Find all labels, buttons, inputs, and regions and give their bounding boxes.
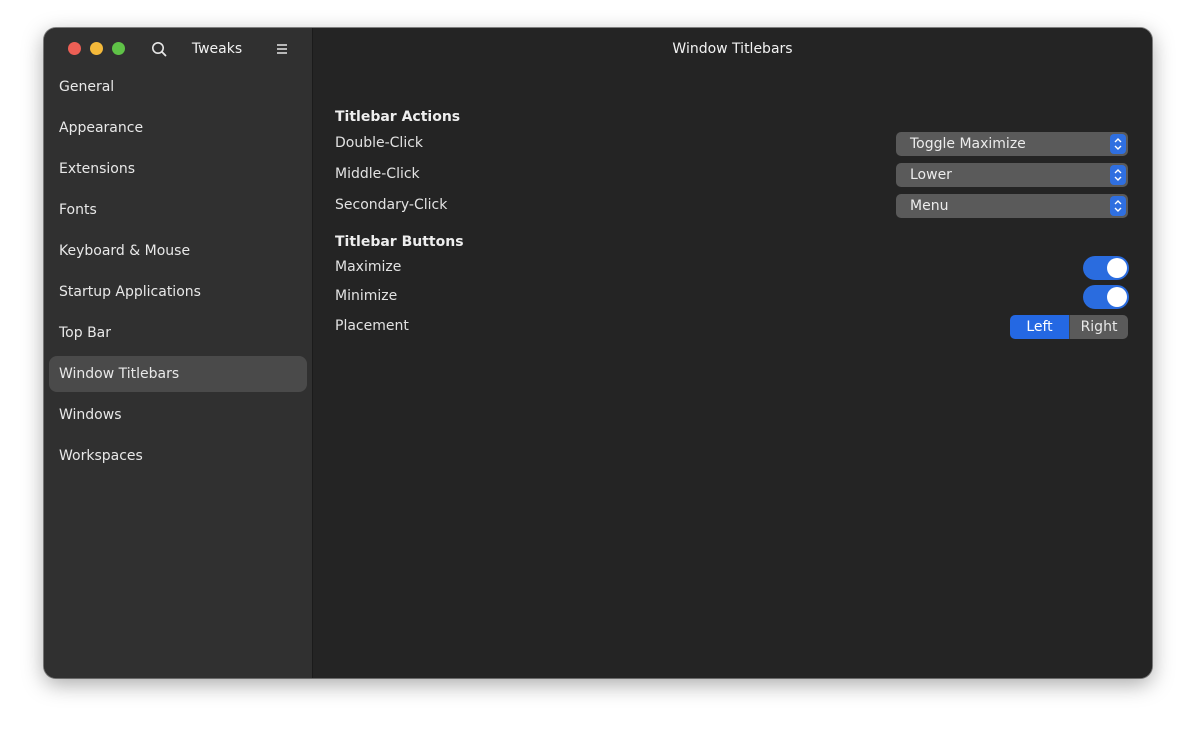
sidebar: Tweaks General Appearance Extensions Fon… xyxy=(44,28,312,678)
secondary-click-label: Secondary-Click xyxy=(335,197,448,213)
placement-label: Placement xyxy=(335,318,409,334)
maximize-toggle[interactable] xyxy=(1083,256,1129,280)
double-click-label: Double-Click xyxy=(335,135,424,151)
secondary-click-dropdown[interactable]: Menu xyxy=(896,194,1128,218)
up-down-arrows-icon xyxy=(1110,134,1126,154)
maximize-label: Maximize xyxy=(335,259,402,275)
titlebar-actions-heading: Titlebar Actions xyxy=(335,109,461,125)
placement-right-button[interactable]: Right xyxy=(1069,315,1128,339)
sidebar-item-top-bar[interactable]: Top Bar xyxy=(49,315,307,351)
sidebar-item-keyboard-mouse[interactable]: Keyboard & Mouse xyxy=(49,233,307,269)
toggle-knob xyxy=(1107,287,1127,307)
double-click-value: Toggle Maximize xyxy=(910,136,1026,152)
sidebar-item-window-titlebars[interactable]: Window Titlebars xyxy=(49,356,307,392)
minimize-window-button[interactable] xyxy=(90,42,103,55)
sidebar-item-workspaces[interactable]: Workspaces xyxy=(49,438,307,474)
double-click-dropdown[interactable]: Toggle Maximize xyxy=(896,132,1128,156)
minimize-label: Minimize xyxy=(335,288,398,304)
sidebar-title: Tweaks xyxy=(191,41,243,57)
tweaks-window: Tweaks General Appearance Extensions Fon… xyxy=(44,28,1152,678)
minimize-toggle[interactable] xyxy=(1083,285,1129,309)
maximize-window-button[interactable] xyxy=(112,42,125,55)
placement-segmented-control: Left Right xyxy=(1010,315,1128,339)
middle-click-value: Lower xyxy=(910,167,952,183)
up-down-arrows-icon xyxy=(1110,165,1126,185)
hamburger-menu-icon[interactable] xyxy=(272,39,292,59)
sidebar-item-windows[interactable]: Windows xyxy=(49,397,307,433)
sidebar-item-general[interactable]: General xyxy=(49,69,307,105)
sidebar-item-appearance[interactable]: Appearance xyxy=(49,110,307,146)
close-window-button[interactable] xyxy=(68,42,81,55)
main-panel: Window Titlebars Titlebar Actions Double… xyxy=(313,28,1152,678)
secondary-click-value: Menu xyxy=(910,198,949,214)
sidebar-list: General Appearance Extensions Fonts Keyb… xyxy=(49,69,307,479)
sidebar-item-startup-applications[interactable]: Startup Applications xyxy=(49,274,307,310)
titlebar-buttons-heading: Titlebar Buttons xyxy=(335,234,464,250)
sidebar-item-extensions[interactable]: Extensions xyxy=(49,151,307,187)
up-down-arrows-icon xyxy=(1110,196,1126,216)
sidebar-item-fonts[interactable]: Fonts xyxy=(49,192,307,228)
toggle-knob xyxy=(1107,258,1127,278)
middle-click-dropdown[interactable]: Lower xyxy=(896,163,1128,187)
placement-left-button[interactable]: Left xyxy=(1010,315,1069,339)
page-title: Window Titlebars xyxy=(672,41,793,57)
middle-click-label: Middle-Click xyxy=(335,166,420,182)
search-icon[interactable] xyxy=(149,39,169,59)
